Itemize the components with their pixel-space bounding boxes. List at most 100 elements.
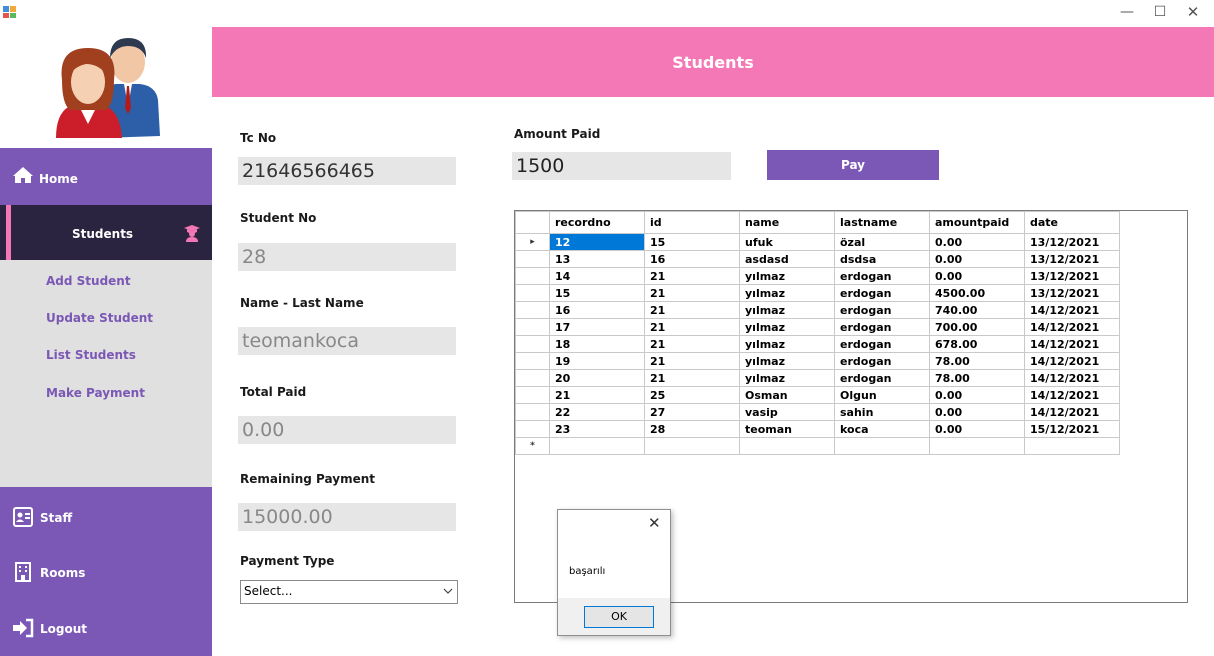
table-row[interactable]: 21 25 Osman Olgun 0.00 14/12/2021 — [515, 386, 1120, 404]
submenu-update-student[interactable]: Update Student — [46, 311, 153, 325]
table-cell[interactable]: 0.00 — [929, 386, 1025, 404]
table-cell[interactable]: 678.00 — [929, 335, 1025, 353]
pay-button[interactable]: Pay — [767, 150, 939, 180]
row-header[interactable] — [515, 335, 550, 353]
table-cell[interactable]: 0.00 — [929, 250, 1025, 268]
nav-logout[interactable]: Logout — [0, 606, 212, 651]
nav-home[interactable]: Home — [0, 148, 212, 205]
table-cell[interactable]: 0.00 — [929, 420, 1025, 438]
table-cell[interactable]: 14 — [549, 267, 645, 285]
table-cell[interactable]: yılmaz — [739, 284, 835, 302]
row-header[interactable] — [515, 301, 550, 319]
table-cell[interactable]: 4500.00 — [929, 284, 1025, 302]
row-header[interactable] — [515, 267, 550, 285]
table-cell[interactable]: koca — [834, 420, 930, 438]
table-cell[interactable]: 22 — [549, 403, 645, 421]
new-row[interactable]: * — [515, 437, 1120, 455]
submenu-add-student[interactable]: Add Student — [46, 274, 131, 288]
table-cell[interactable]: erdogan — [834, 267, 930, 285]
table-cell[interactable]: 21 — [644, 318, 740, 336]
table-cell[interactable]: 21 — [644, 335, 740, 353]
table-cell[interactable]: 14/12/2021 — [1024, 369, 1120, 387]
table-cell[interactable]: 78.00 — [929, 352, 1025, 370]
row-header[interactable] — [515, 420, 550, 438]
nav-students[interactable]: Students — [0, 205, 212, 260]
table-cell[interactable]: 27 — [644, 403, 740, 421]
table-cell[interactable]: erdogan — [834, 335, 930, 353]
nav-staff[interactable]: Staff — [0, 495, 212, 540]
table-cell[interactable]: dsdsa — [834, 250, 930, 268]
table-row[interactable]: 15 21 yılmaz erdogan 4500.00 13/12/2021 — [515, 284, 1120, 302]
row-header[interactable] — [515, 352, 550, 370]
submenu-list-students[interactable]: List Students — [46, 348, 136, 362]
dialog-close-button[interactable]: ✕ — [648, 514, 661, 532]
table-cell[interactable]: 15/12/2021 — [1024, 420, 1120, 438]
table-cell[interactable]: 25 — [644, 386, 740, 404]
table-cell[interactable]: 28 — [644, 420, 740, 438]
tc-no-field[interactable]: 21646566465 — [238, 157, 456, 185]
column-header[interactable]: id — [644, 211, 740, 234]
table-cell[interactable]: ufuk — [739, 233, 835, 251]
table-cell[interactable]: 21 — [644, 369, 740, 387]
table-row[interactable]: 14 21 yılmaz erdogan 0.00 13/12/2021 — [515, 267, 1120, 285]
table-cell[interactable]: Olgun — [834, 386, 930, 404]
dialog-ok-button[interactable]: OK — [584, 606, 654, 628]
table-cell[interactable]: 21 — [644, 267, 740, 285]
table-cell[interactable]: 14/12/2021 — [1024, 386, 1120, 404]
table-cell[interactable]: 13/12/2021 — [1024, 250, 1120, 268]
column-header[interactable]: name — [739, 211, 835, 234]
payment-type-select[interactable]: Select... — [240, 580, 458, 604]
table-cell[interactable]: asdasd — [739, 250, 835, 268]
table-cell[interactable]: erdogan — [834, 369, 930, 387]
table-row[interactable]: 18 21 yılmaz erdogan 678.00 14/12/2021 — [515, 335, 1120, 353]
table-cell[interactable]: 15 — [644, 233, 740, 251]
table-row[interactable]: 20 21 yılmaz erdogan 78.00 14/12/2021 — [515, 369, 1120, 387]
table-cell[interactable]: 18 — [549, 335, 645, 353]
table-cell[interactable]: erdogan — [834, 301, 930, 319]
table-cell[interactable]: vasip — [739, 403, 835, 421]
table-cell[interactable]: 0.00 — [929, 233, 1025, 251]
table-cell[interactable]: 740.00 — [929, 301, 1025, 319]
table-cell[interactable]: 14/12/2021 — [1024, 403, 1120, 421]
table-row[interactable]: 22 27 vasip sahin 0.00 14/12/2021 — [515, 403, 1120, 421]
table-cell[interactable] — [834, 437, 930, 455]
table-cell[interactable] — [929, 437, 1025, 455]
table-cell[interactable] — [1024, 437, 1120, 455]
table-cell[interactable]: 21 — [644, 352, 740, 370]
table-cell[interactable] — [549, 437, 645, 455]
table-cell[interactable]: 13/12/2021 — [1024, 233, 1120, 251]
table-cell[interactable]: 13/12/2021 — [1024, 267, 1120, 285]
table-cell[interactable]: teoman — [739, 420, 835, 438]
table-cell[interactable]: 14/12/2021 — [1024, 352, 1120, 370]
table-cell[interactable]: Osman — [739, 386, 835, 404]
remaining-payment-field[interactable]: 15000.00 — [238, 503, 456, 531]
table-cell[interactable]: sahin — [834, 403, 930, 421]
table-cell[interactable]: 21 — [644, 284, 740, 302]
table-cell[interactable]: 15 — [549, 284, 645, 302]
table-cell[interactable]: 12 — [549, 233, 645, 251]
maximize-button[interactable]: ☐ — [1145, 2, 1175, 22]
table-cell[interactable]: yılmaz — [739, 318, 835, 336]
nav-rooms[interactable]: Rooms — [0, 550, 212, 595]
table-cell[interactable]: özal — [834, 233, 930, 251]
row-header[interactable]: ▸ — [515, 233, 550, 251]
amount-paid-field[interactable]: 1500 — [512, 152, 731, 180]
table-cell[interactable]: 19 — [549, 352, 645, 370]
table-cell[interactable]: erdogan — [834, 284, 930, 302]
table-cell[interactable]: 14/12/2021 — [1024, 318, 1120, 336]
table-row[interactable]: 16 21 yılmaz erdogan 740.00 14/12/2021 — [515, 301, 1120, 319]
table-cell[interactable]: 13/12/2021 — [1024, 284, 1120, 302]
table-cell[interactable]: 23 — [549, 420, 645, 438]
table-cell[interactable]: 16 — [549, 301, 645, 319]
table-cell[interactable]: 14/12/2021 — [1024, 335, 1120, 353]
student-no-field[interactable]: 28 — [238, 243, 456, 271]
table-cell[interactable]: yılmaz — [739, 267, 835, 285]
column-header[interactable]: lastname — [834, 211, 930, 234]
row-header[interactable] — [515, 386, 550, 404]
table-cell[interactable]: 78.00 — [929, 369, 1025, 387]
table-cell[interactable]: yılmaz — [739, 352, 835, 370]
table-row[interactable]: 13 16 asdasd dsdsa 0.00 13/12/2021 — [515, 250, 1120, 268]
row-header[interactable] — [515, 318, 550, 336]
table-cell[interactable]: 21 — [549, 386, 645, 404]
table-cell[interactable]: 20 — [549, 369, 645, 387]
